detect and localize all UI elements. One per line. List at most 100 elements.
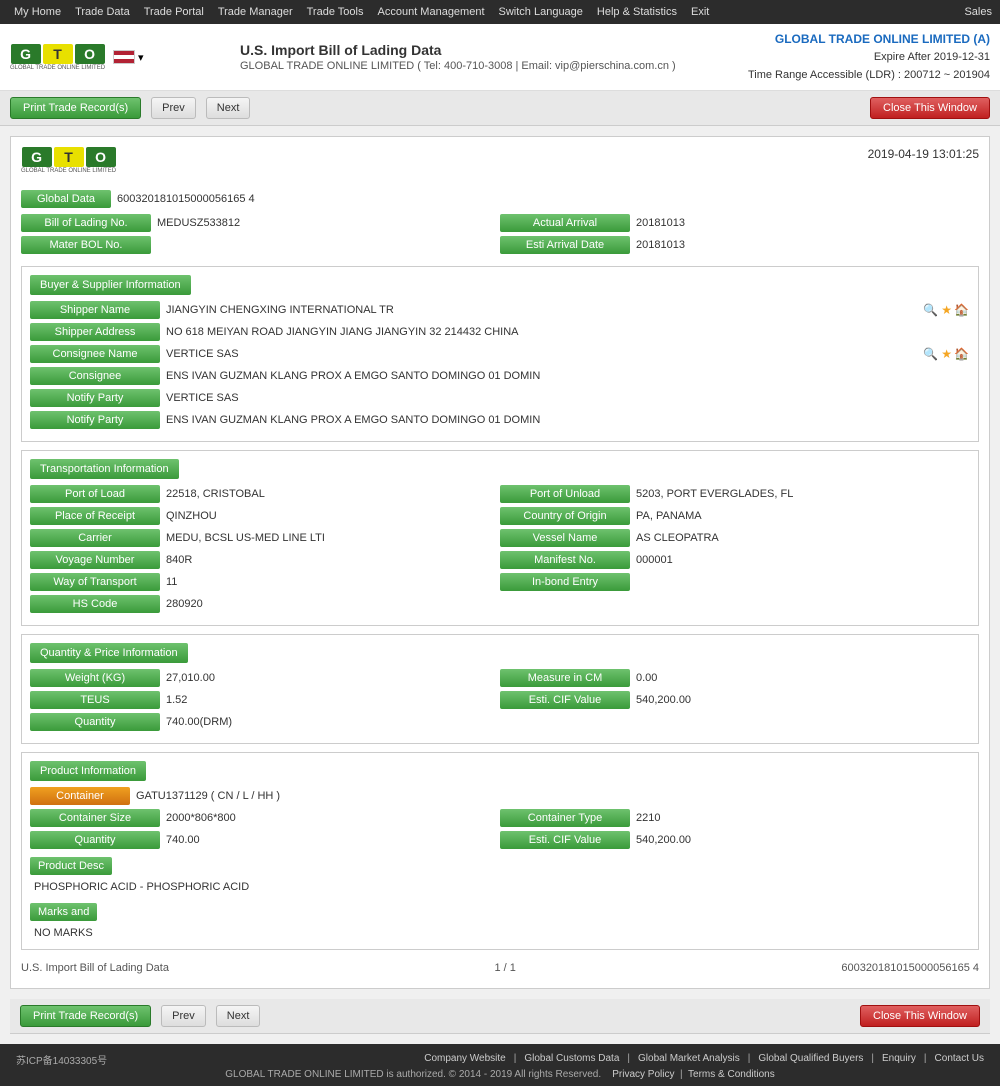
shipper-search-icon[interactable]: 🔍: [923, 303, 938, 317]
consignee-search-icon[interactable]: 🔍: [923, 347, 938, 361]
cif-col: Esti. CIF Value 540,200.00: [500, 691, 970, 709]
weight-row: Weight (KG) 27,010.00 Measure in CM 0.00: [30, 669, 970, 687]
qp-quantity-label: Quantity: [30, 713, 160, 731]
receipt-value: QINZHOU: [166, 510, 500, 522]
global-data-row: Global Data 600320181015000056165 4: [21, 190, 979, 208]
prev-button-bottom[interactable]: Prev: [161, 1005, 206, 1027]
inbond-col: In-bond Entry: [500, 573, 970, 591]
transportation-header: Transportation Information: [30, 459, 179, 479]
action-bar-bottom-left: Print Trade Record(s) Prev Next: [20, 1005, 260, 1027]
consignee-name-row: Consignee Name VERTICE SAS 🔍 ★ 🏠: [30, 345, 970, 363]
container-type-col: Container Type 2210: [500, 809, 970, 827]
nav-accountmanagement[interactable]: Account Management: [372, 4, 491, 20]
consignee-row: Consignee ENS IVAN GUZMAN KLANG PROX A E…: [30, 367, 970, 385]
vessel-name-label: Vessel Name: [500, 529, 630, 547]
nav-tradeportal[interactable]: Trade Portal: [138, 4, 210, 20]
port-load-row: Port of Load 22518, CRISTOBAL Port of Un…: [30, 485, 970, 503]
top-nav-right: Sales: [964, 6, 992, 18]
footer-link-contact[interactable]: Contact Us: [935, 1053, 984, 1064]
next-button-top[interactable]: Next: [206, 97, 251, 119]
logo-t: T: [43, 44, 73, 64]
action-bar-top: Print Trade Record(s) Prev Next Close Th…: [0, 91, 1000, 126]
weight-value: 27,010.00: [166, 672, 500, 684]
nav-helpstatistics[interactable]: Help & Statistics: [591, 4, 683, 20]
pi-quantity-label: Quantity: [30, 831, 160, 849]
voyage-col: Voyage Number 840R: [30, 551, 500, 569]
receipt-col: Place of Receipt QINZHOU: [30, 507, 500, 525]
terms-conditions-link[interactable]: Terms & Conditions: [688, 1069, 775, 1080]
privacy-policy-link[interactable]: Privacy Policy: [612, 1069, 674, 1080]
nav-tradetools[interactable]: Trade Tools: [301, 4, 370, 20]
top-navigation: My Home Trade Data Trade Portal Trade Ma…: [0, 0, 1000, 24]
bottom-footer: 苏ICP备14033305号 Company Website | Global …: [0, 1044, 1000, 1086]
weight-col: Weight (KG) 27,010.00: [30, 669, 500, 687]
bol-col: Bill of Lading No. MEDUSZ533812: [21, 214, 500, 232]
pi-cif-col: Esti. CIF Value 540,200.00: [500, 831, 970, 849]
card-logo: G T O GLOBAL TRADE ONLINE LIMITED: [21, 147, 116, 174]
footer-link-enquiry[interactable]: Enquiry: [882, 1053, 916, 1064]
logo-o: O: [75, 44, 105, 64]
teus-col: TEUS 1.52: [30, 691, 500, 709]
footer-link-buyers[interactable]: Global Qualified Buyers: [758, 1053, 863, 1064]
measure-value: 0.00: [636, 672, 970, 684]
shipper-address-label: Shipper Address: [30, 323, 160, 341]
port-unload-value: 5203, PORT EVERGLADES, FL: [636, 488, 970, 500]
footer-link-market[interactable]: Global Market Analysis: [638, 1053, 740, 1064]
port-load-value: 22518, CRISTOBAL: [166, 488, 500, 500]
action-bar-bottom: Print Trade Record(s) Prev Next Close Th…: [10, 999, 990, 1034]
qp-quantity-value: 740.00(DRM): [166, 716, 970, 728]
consignee-home-icon[interactable]: 🏠: [954, 347, 969, 361]
nav-tradedata[interactable]: Trade Data: [69, 4, 136, 20]
footer-datasource: U.S. Import Bill of Lading Data: [21, 962, 169, 974]
notify-party-value2: ENS IVAN GUZMAN KLANG PROX A EMGO SANTO …: [166, 414, 970, 426]
container-size-label: Container Size: [30, 809, 160, 827]
flag-separator: ▾: [138, 51, 144, 64]
marks-value: NO MARKS: [30, 925, 970, 941]
prev-button-top[interactable]: Prev: [151, 97, 196, 119]
nav-trademanager[interactable]: Trade Manager: [212, 4, 299, 20]
carrier-row: Carrier MEDU, BCSL US-MED LINE LTI Vesse…: [30, 529, 970, 547]
next-button-bottom[interactable]: Next: [216, 1005, 261, 1027]
us-flag: [113, 50, 135, 64]
nav-myhome[interactable]: My Home: [8, 4, 67, 20]
bol-label: Bill of Lading No.: [21, 214, 151, 232]
shipper-star-icon[interactable]: ★: [941, 303, 952, 317]
inbond-label: In-bond Entry: [500, 573, 630, 591]
main-content: G T O GLOBAL TRADE ONLINE LIMITED 2019-0…: [0, 126, 1000, 1044]
nav-switchlanguage[interactable]: Switch Language: [493, 4, 589, 20]
measure-col: Measure in CM 0.00: [500, 669, 970, 687]
nav-sales[interactable]: Sales: [964, 6, 992, 18]
consignee-name-value: VERTICE SAS: [166, 348, 921, 360]
logo-subtitle: GLOBAL TRADE ONLINE LIMITED: [10, 65, 105, 71]
cif-label: Esti. CIF Value: [500, 691, 630, 709]
record-datetime: 2019-04-19 13:01:25: [868, 147, 979, 161]
consignee-name-label: Consignee Name: [30, 345, 160, 363]
print-record-button-top[interactable]: Print Trade Record(s): [10, 97, 141, 119]
pi-quantity-row: Quantity 740.00 Esti. CIF Value 540,200.…: [30, 831, 970, 849]
expire-info: Expire After 2019-12-31: [748, 49, 990, 67]
notify-party-label2: Notify Party: [30, 411, 160, 429]
consignee-star-icon[interactable]: ★: [941, 347, 952, 361]
carrier-label: Carrier: [30, 529, 160, 547]
print-record-button-bottom[interactable]: Print Trade Record(s): [20, 1005, 151, 1027]
mater-bol-row: Mater BOL No. Esti Arrival Date 20181013: [21, 236, 979, 254]
carrier-col: Carrier MEDU, BCSL US-MED LINE LTI: [30, 529, 500, 547]
country-origin-col: Country of Origin PA, PANAMA: [500, 507, 970, 525]
header-bar: G T O GLOBAL TRADE ONLINE LIMITED ▾ U.S.…: [0, 24, 1000, 91]
time-range: Time Range Accessible (LDR) : 200712 ~ 2…: [748, 67, 990, 85]
hs-code-row: HS Code 280920: [30, 595, 970, 613]
voyage-row: Voyage Number 840R Manifest No. 000001: [30, 551, 970, 569]
product-info-header: Product Information: [30, 761, 146, 781]
close-window-button-top[interactable]: Close This Window: [870, 97, 990, 119]
footer-link-customs[interactable]: Global Customs Data: [524, 1053, 619, 1064]
close-window-button-bottom[interactable]: Close This Window: [860, 1005, 980, 1027]
voyage-value: 840R: [166, 554, 500, 566]
buyer-supplier-header: Buyer & Supplier Information: [30, 275, 191, 295]
pi-cif-value: 540,200.00: [636, 834, 970, 846]
shipper-home-icon[interactable]: 🏠: [954, 303, 969, 317]
vessel-name-value: AS CLEOPATRA: [636, 532, 970, 544]
teus-row: TEUS 1.52 Esti. CIF Value 540,200.00: [30, 691, 970, 709]
footer-link-company[interactable]: Company Website: [424, 1053, 506, 1064]
shipper-name-row: Shipper Name JIANGYIN CHENGXING INTERNAT…: [30, 301, 970, 319]
nav-exit[interactable]: Exit: [685, 4, 715, 20]
